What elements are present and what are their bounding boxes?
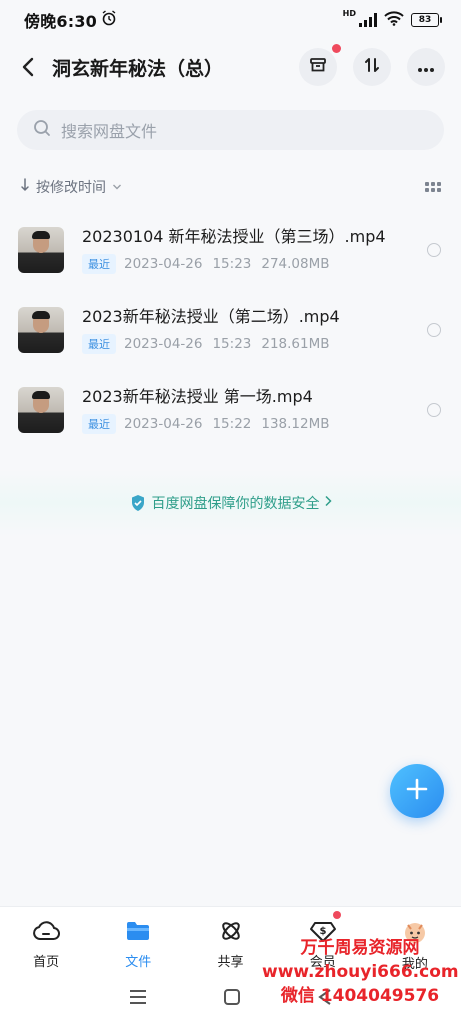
wifi-icon xyxy=(384,10,404,30)
grid-view-icon[interactable] xyxy=(425,182,441,192)
alarm-icon xyxy=(101,10,117,30)
home-cloud-icon xyxy=(32,919,61,947)
notification-dot xyxy=(332,911,341,919)
sort-toggle-button[interactable] xyxy=(353,48,391,86)
file-time: 15:23 xyxy=(212,336,252,352)
chevron-right-icon xyxy=(324,495,332,511)
more-button[interactable] xyxy=(407,48,445,86)
video-thumbnail xyxy=(18,307,64,353)
status-bar: 傍晚6:30 HD 83 xyxy=(0,0,461,40)
search-icon xyxy=(33,119,51,141)
header: 洞玄新年秘法（总） xyxy=(0,44,461,90)
tab-home[interactable]: 首页 xyxy=(0,907,92,974)
tab-label: 首页 xyxy=(33,955,60,970)
watermark-line: www.zhouyi666.com xyxy=(262,962,459,982)
file-time: 15:23 xyxy=(212,256,252,272)
security-notice[interactable]: 百度网盘保障你的数据安全 xyxy=(0,470,461,536)
file-row[interactable]: 20230104 新年秘法授业（第三场）.mp4 最近 2023-04-26 1… xyxy=(0,210,461,290)
select-radio[interactable] xyxy=(427,403,441,417)
sort-down-icon xyxy=(20,178,30,196)
file-size: 274.08MB xyxy=(261,256,330,272)
archive-icon xyxy=(309,56,327,78)
file-size: 138.12MB xyxy=(261,416,330,432)
add-button[interactable] xyxy=(390,764,444,818)
security-notice-text: 百度网盘保障你的数据安全 xyxy=(151,496,320,512)
sort-label[interactable]: 按修改时间 xyxy=(36,177,106,197)
file-size: 218.61MB xyxy=(261,336,330,352)
recent-badge: 最近 xyxy=(82,254,116,274)
select-radio[interactable] xyxy=(427,323,441,337)
back-button[interactable] xyxy=(16,55,40,79)
watermark-line: 微信 1404049576 xyxy=(280,986,440,1006)
battery-indicator: 83 xyxy=(411,13,442,27)
file-date: 2023-04-26 xyxy=(124,336,203,352)
more-dots-icon xyxy=(417,58,435,77)
hd-label: HD xyxy=(342,8,356,18)
watermark-line: 万千周易资源网 xyxy=(300,938,420,958)
recent-badge: 最近 xyxy=(82,334,116,354)
watermark: 万千周易资源网 www.zhouyi666.com 微信 1404049576 xyxy=(262,936,459,1008)
search-input[interactable]: 搜索网盘文件 xyxy=(17,110,444,150)
share-icon xyxy=(218,919,244,947)
folder-icon xyxy=(125,919,151,947)
signal-icon xyxy=(359,13,377,27)
sort-bar: 按修改时间 xyxy=(20,176,441,198)
file-time: 15:22 xyxy=(212,416,252,432)
select-radio[interactable] xyxy=(427,243,441,257)
file-row[interactable]: 2023新年秘法授业 第一场.mp4 最近 2023-04-26 15:22 1… xyxy=(0,370,461,450)
file-name: 20230104 新年秘法授业（第三场）.mp4 xyxy=(82,227,386,246)
file-date: 2023-04-26 xyxy=(124,256,203,272)
file-date: 2023-04-26 xyxy=(124,416,203,432)
recents-menu-icon[interactable] xyxy=(128,989,148,1009)
recent-badge: 最近 xyxy=(82,414,116,434)
home-square-icon[interactable] xyxy=(223,988,241,1010)
file-row[interactable]: 2023新年秘法授业（第二场）.mp4 最近 2023-04-26 15:23 … xyxy=(0,290,461,370)
page-title: 洞玄新年秘法（总） xyxy=(52,57,224,80)
archive-button[interactable] xyxy=(299,44,341,86)
video-thumbnail xyxy=(18,387,64,433)
shield-icon xyxy=(130,494,146,512)
status-time: 傍晚6:30 xyxy=(24,12,97,31)
chevron-down-icon[interactable] xyxy=(112,181,122,194)
tab-files[interactable]: 文件 xyxy=(92,907,184,974)
file-name: 2023新年秘法授业（第二场）.mp4 xyxy=(82,307,340,326)
tab-label: 文件 xyxy=(125,955,152,970)
tab-label: 共享 xyxy=(217,955,244,970)
sort-arrows-icon xyxy=(363,56,381,78)
plus-icon xyxy=(406,778,428,804)
notification-dot xyxy=(332,44,341,53)
search-placeholder: 搜索网盘文件 xyxy=(61,122,158,141)
file-name: 2023新年秘法授业 第一场.mp4 xyxy=(82,387,313,406)
file-list: 20230104 新年秘法授业（第三场）.mp4 最近 2023-04-26 1… xyxy=(0,210,461,450)
video-thumbnail xyxy=(18,227,64,273)
